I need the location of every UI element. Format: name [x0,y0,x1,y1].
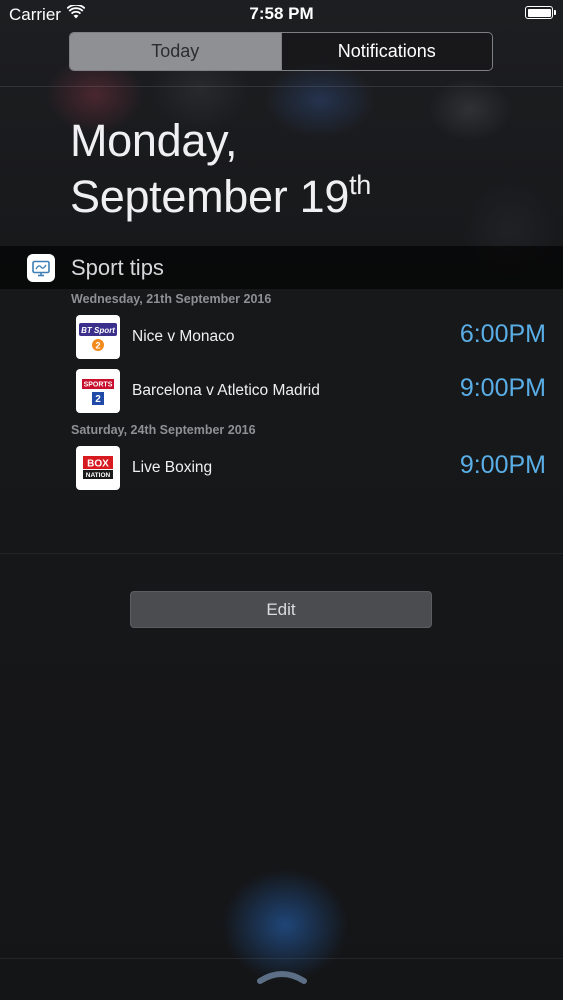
match-time: 9:00PM [459,451,546,479]
svg-text:2: 2 [95,341,100,351]
svg-text:BOX: BOX [87,459,109,470]
match-name: Nice v Monaco [132,328,235,345]
battery-full-icon [525,6,556,19]
date-weekday: Monday, [70,115,238,166]
match-name: Barcelona v Atletico Madrid [132,382,320,399]
date-month-day: September 19 [70,171,350,222]
match-time: 6:00PM [459,320,546,348]
svg-text:SPORTS: SPORTS [84,382,113,389]
boxnation-logo: BOX NATION [76,446,120,490]
tab-notifications[interactable]: Notifications [280,33,492,70]
match-name: Live Boxing [132,459,213,476]
bottom-divider [0,958,563,959]
match-row[interactable]: BOX NATION Live Boxing 9:00PM [76,446,546,492]
status-time: 7:58 PM [249,4,314,23]
status-bar: Carrier 7:58 PM [0,0,563,28]
svg-text:BT Sport: BT Sport [81,326,115,335]
tab-today[interactable]: Today [70,33,281,70]
sky-sports-2-logo: SPORTS 2 [76,369,120,413]
match-time: 9:00PM [459,374,546,402]
section-date-label: Saturday, 24th September 2016 [71,423,256,437]
chevron-up-grabber-icon[interactable] [256,969,308,985]
header-divider [0,86,563,87]
widget-divider [0,553,563,554]
section-date-label: Wednesday, 21th September 2016 [71,292,272,306]
svg-text:NATION: NATION [86,472,111,479]
tv-icon [27,254,55,282]
today-notifications-segmented-control: Today Notifications [69,32,493,71]
svg-text:2: 2 [95,394,101,405]
match-row[interactable]: SPORTS 2 Barcelona v Atletico Madrid 9:0… [76,369,546,415]
notification-center: Carrier 7:58 PM Today Notifications Mond… [0,0,563,1000]
match-row[interactable]: BT Sport 2 Nice v Monaco 6:00PM [76,315,546,361]
bt-sport-2-logo: BT Sport 2 [76,315,120,359]
date-day-line: September 19th [70,169,371,225]
edit-button[interactable]: Edit [130,591,432,628]
widget-title: Sport tips [71,255,164,280]
widget-header[interactable]: Sport tips [0,246,563,289]
date-ordinal-suffix: th [349,170,372,200]
today-date: Monday, September 19th [70,113,371,225]
